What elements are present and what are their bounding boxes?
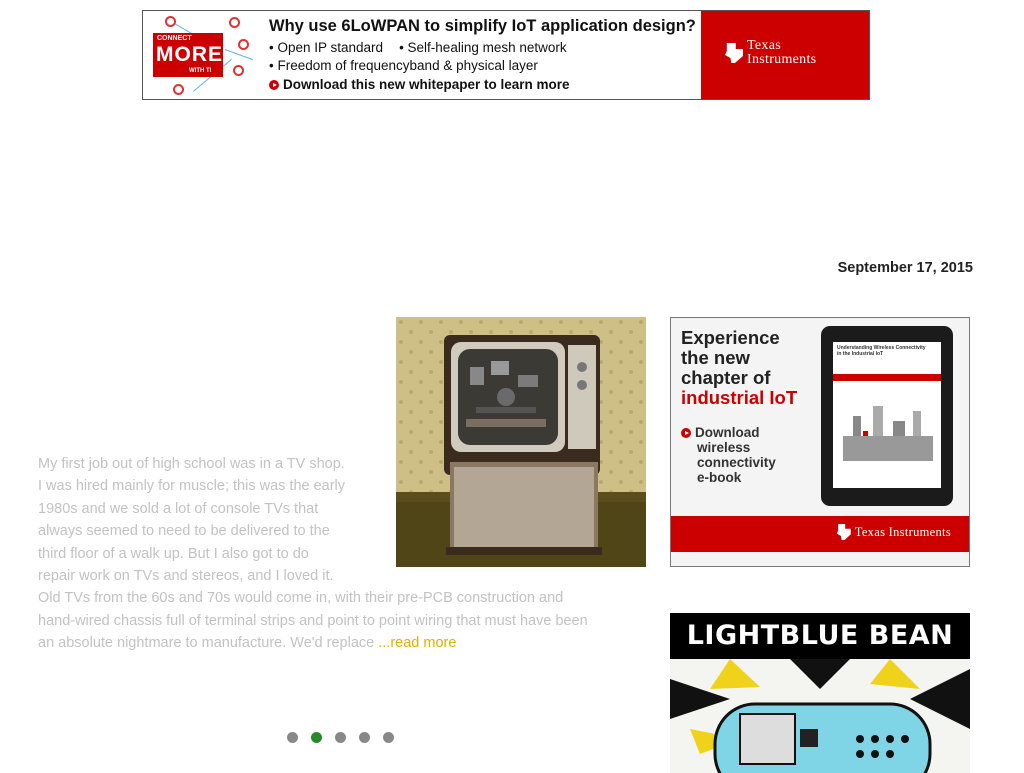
carousel-pagination <box>287 732 407 743</box>
bean-board-illustration <box>670 659 970 773</box>
post-excerpt: My first job out of high school was in a… <box>38 453 648 655</box>
carousel-dot-1[interactable] <box>287 732 298 743</box>
ad-cta-text: Download this new whitepaper to learn mo… <box>283 77 570 92</box>
factory-illustration <box>843 406 933 461</box>
excerpt-line: hand-wired chassis full of terminal stri… <box>38 612 588 629</box>
texas-instruments-logo: Texas Instruments <box>725 39 816 67</box>
excerpt-line: My first job out of high school was in a… <box>38 456 345 472</box>
brand-line1: Texas <box>747 38 781 53</box>
connect-more-logo: CONNECT MORE WITH TI <box>143 11 265 99</box>
ad-iot-line: chapter of <box>681 367 771 388</box>
play-arrow-icon <box>681 428 691 438</box>
top-banner-ad[interactable]: CONNECT MORE WITH TI Why use 6LoWPAN to … <box>142 10 870 100</box>
connect-more-badge: CONNECT MORE WITH TI <box>153 33 223 77</box>
ad-iot-headline: Experience the new chapter of industrial… <box>681 328 797 408</box>
excerpt-line: third floor of a walk up. But I also got… <box>38 545 309 562</box>
screen-subtitle: in the Industrial IoT <box>837 351 884 357</box>
excerpt-line: repair work on TVs and stereos, and I lo… <box>38 568 334 585</box>
ad-bullet: • Open IP standard <box>269 40 384 55</box>
ad-headline[interactable]: Why use 6LoWPAN to simplify IoT applicat… <box>269 17 709 36</box>
ad-iot-dl: connectivity <box>697 455 776 470</box>
brand-line2: Instruments <box>747 52 817 67</box>
ad-iot-line: the new <box>681 347 750 368</box>
carousel-dot-4[interactable] <box>359 732 370 743</box>
ad-cta-link[interactable]: Download this new whitepaper to learn mo… <box>269 75 709 94</box>
ti-logo-icon <box>836 524 851 540</box>
texas-instruments-logo: Texas Instruments <box>836 524 951 540</box>
ti-brand-panel[interactable]: Texas Instruments <box>701 11 869 99</box>
tablet-illustration: Understanding Wireless Connectivity in th… <box>821 326 953 506</box>
read-more-link[interactable]: ...read more <box>378 635 456 651</box>
carousel-dot-3[interactable] <box>335 732 346 743</box>
badge-main-text: MORE <box>156 43 223 66</box>
excerpt-line: Old TVs from the 60s and 70s would come … <box>38 590 564 607</box>
badge-top-text: CONNECT <box>157 35 192 42</box>
carousel-dot-5[interactable] <box>383 732 394 743</box>
ad-iot-brand: Texas Instruments <box>854 524 951 539</box>
excerpt-line: 1980s and we sold a lot of console TVs t… <box>38 500 319 517</box>
ad-iot-line: Experience <box>681 327 780 348</box>
ad-bullet: • Self-healing mesh network <box>399 40 567 55</box>
badge-bottom-text: WITH TI <box>189 68 212 74</box>
ti-logo-icon <box>725 43 743 63</box>
carousel-dot-2[interactable] <box>311 732 322 743</box>
bean-ad-title: LIGHTBLUE BEAN <box>670 613 970 659</box>
ad-iot-download-link[interactable]: Download wireless connectivity e-book <box>681 425 776 485</box>
ad-iot-line-highlight: industrial IoT <box>681 387 798 408</box>
ad-iot-dl: wireless <box>697 440 751 455</box>
excerpt-line: always seemed to need to be delivered to… <box>38 523 330 540</box>
ad-iot-dl: Download <box>695 425 760 440</box>
excerpt-line: I was hired mainly for muscle; this was … <box>38 478 346 495</box>
ad-iot-brand-bar: Texas Instruments <box>671 516 969 552</box>
ad-iot-dl: e-book <box>697 470 742 485</box>
excerpt-line: an absolute nightmare to manufacture. We… <box>38 635 379 652</box>
post-date: September 17, 2015 <box>837 260 973 276</box>
side-ad-industrial-iot[interactable]: Experience the new chapter of industrial… <box>670 317 970 567</box>
ad-bullet: • Freedom of frequencyband & physical la… <box>269 58 538 73</box>
side-ad-lightblue-bean[interactable]: LIGHTBLUE BEAN <box>670 613 970 773</box>
play-arrow-icon <box>269 80 279 90</box>
